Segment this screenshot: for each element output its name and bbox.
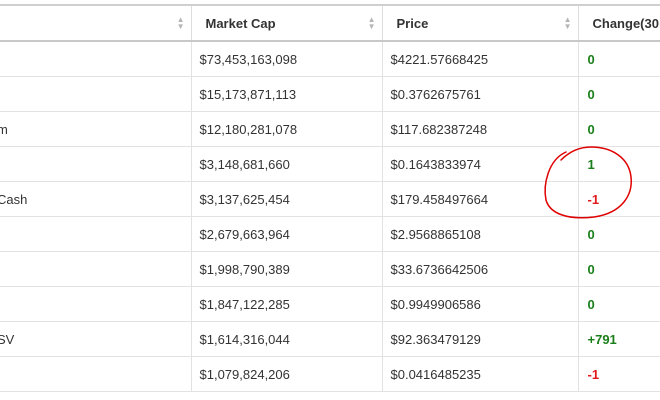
cell-price: $0.1643833974 <box>382 146 579 182</box>
column-header-label: Price <box>396 15 429 31</box>
cell-market-cap-text: $1,998,790,389 <box>199 261 290 277</box>
cell-change: 0 <box>578 111 660 147</box>
crypto-market-table: ▲▼ Market Cap ▲▼ Price ▲▼ Change(30 d $7… <box>0 4 660 392</box>
cell-price: $0.9949906586 <box>382 286 579 322</box>
sort-arrows-icon[interactable]: ▲ ▼ <box>368 16 376 31</box>
cell-price-text: $2.9568865108 <box>390 226 481 242</box>
cell-price-text: $0.9949906586 <box>390 296 481 312</box>
cell-market-cap-text: $3,137,625,454 <box>199 191 290 207</box>
cell-name <box>0 356 192 392</box>
cell-name <box>0 216 192 252</box>
cell-market-cap-text: $1,847,122,285 <box>199 296 290 312</box>
cell-price: $2.9568865108 <box>382 216 579 252</box>
cell-market-cap: $1,614,316,044 <box>191 321 383 357</box>
cell-change: -1 <box>578 181 660 217</box>
cell-change: 0 <box>578 286 660 322</box>
table-row[interactable]: $73,453,163,098 $4221.57668425 0 <box>0 41 660 77</box>
cell-name <box>0 41 192 77</box>
column-header-change[interactable]: Change(30 d <box>578 4 660 42</box>
cell-market-cap: $1,847,122,285 <box>191 286 383 322</box>
cell-price-text: $0.3762675761 <box>390 86 481 102</box>
cell-change-text: 0 <box>587 261 595 277</box>
table-row[interactable]: Cash $3,137,625,454 $179.458497664 -1 <box>0 181 660 217</box>
sort-arrows-icon[interactable]: ▲ ▼ <box>564 16 572 31</box>
cell-change-text: +791 <box>587 331 617 347</box>
cell-name: Cash <box>0 181 192 217</box>
cell-price-text: $33.6736642506 <box>390 261 489 277</box>
cell-price-text: $179.458497664 <box>390 191 489 207</box>
cell-price-text: $92.363479129 <box>390 331 481 347</box>
cell-market-cap: $15,173,871,113 <box>191 76 383 112</box>
cell-market-cap-text: $73,453,163,098 <box>199 51 298 67</box>
cell-price-text: $0.1643833974 <box>390 156 481 172</box>
column-header-price[interactable]: Price ▲ ▼ <box>382 4 579 42</box>
table-row[interactable]: $2,679,663,964 $2.9568865108 0 <box>0 216 660 252</box>
header-row: ▲▼ Market Cap ▲▼ Price ▲▼ Change(30 d <box>0 4 660 42</box>
cell-change-text: -1 <box>587 366 600 382</box>
cell-market-cap-text: $15,173,871,113 <box>199 86 297 102</box>
table-body: $73,453,163,098 $4221.57668425 0 $15,173,87… <box>0 41 660 392</box>
table-header: ▲▼ Market Cap ▲▼ Price ▲▼ Change(30 d <box>0 4 660 42</box>
crypto-table-view: ▲▼ Market Cap ▲▼ Price ▲▼ Change(30 d $7… <box>0 0 660 400</box>
cell-change: 1 <box>578 146 660 182</box>
column-header-label: Market Cap <box>205 15 276 31</box>
cell-change: 0 <box>578 41 660 77</box>
cell-market-cap: $12,180,281,078 <box>191 111 383 147</box>
cell-change-text: 0 <box>587 296 595 312</box>
cell-market-cap-text: $12,180,281,078 <box>199 121 298 137</box>
cell-change-text: 0 <box>587 226 595 242</box>
cell-name <box>0 286 192 322</box>
cell-market-cap-text: $2,679,663,964 <box>199 226 290 242</box>
column-header-market-cap[interactable]: Market Cap ▲ ▼ <box>191 4 383 42</box>
table-row[interactable]: $1,998,790,389 $33.6736642506 0 <box>0 251 660 287</box>
table-row[interactable]: m $12,180,281,078 $117.682387248 0 <box>0 111 660 147</box>
cell-market-cap: $73,453,163,098 <box>191 41 383 77</box>
cell-name <box>0 76 192 112</box>
cell-change: 0 <box>578 216 660 252</box>
cell-price: $179.458497664 <box>382 181 579 217</box>
table-row[interactable]: $15,173,871,113 $0.3762675761 0 <box>0 76 660 112</box>
cell-change: +791 <box>578 321 660 357</box>
table-row[interactable]: SV $1,614,316,044 $92.363479129 +791 <box>0 321 660 357</box>
column-header-name[interactable]: ▲ ▼ <box>0 4 192 42</box>
table-row[interactable]: $3,148,681,660 $0.1643833974 1 <box>0 146 660 182</box>
cell-name: m <box>0 111 192 147</box>
cell-change-text: 1 <box>587 156 595 172</box>
cell-price-text: $117.682387248 <box>390 121 488 137</box>
cell-market-cap: $3,148,681,660 <box>191 146 383 182</box>
cell-name-text: SV <box>0 331 15 347</box>
cell-change: -1 <box>578 356 660 392</box>
cell-price-text: $0.0416485235 <box>390 366 481 382</box>
cell-name: SV <box>0 321 192 357</box>
cell-price: $0.3762675761 <box>382 76 579 112</box>
cell-name <box>0 251 192 287</box>
cell-price: $33.6736642506 <box>382 251 579 287</box>
sort-arrows-icon[interactable]: ▲ ▼ <box>177 16 185 31</box>
cell-market-cap: $3,137,625,454 <box>191 181 383 217</box>
cell-change: 0 <box>578 76 660 112</box>
cell-name-text: Cash <box>0 191 28 207</box>
cell-name-text: m <box>0 122 8 137</box>
cell-market-cap-text: $1,079,824,206 <box>199 366 290 382</box>
cell-price: $117.682387248 <box>382 111 579 147</box>
cell-change: 0 <box>578 251 660 287</box>
cell-change-text: -1 <box>587 191 600 207</box>
cell-price: $92.363479129 <box>382 321 579 357</box>
table-row[interactable]: $1,847,122,285 $0.9949906586 0 <box>0 286 660 322</box>
cell-price: $0.0416485235 <box>382 356 579 392</box>
cell-market-cap: $1,079,824,206 <box>191 356 383 392</box>
cell-price: $4221.57668425 <box>382 41 579 77</box>
cell-change-text: 0 <box>587 121 595 137</box>
cell-market-cap-text: $3,148,681,660 <box>199 156 290 172</box>
cell-change-text: 0 <box>587 86 595 102</box>
cell-price-text: $4221.57668425 <box>390 51 489 67</box>
cell-market-cap: $2,679,663,964 <box>191 216 383 252</box>
column-header-label: Change(30 d <box>592 15 660 31</box>
cell-name <box>0 146 192 182</box>
cell-market-cap: $1,998,790,389 <box>191 251 383 287</box>
cell-change-text: 0 <box>587 51 595 67</box>
table-row[interactable]: $1,079,824,206 $0.0416485235 -1 <box>0 356 660 392</box>
cell-market-cap-text: $1,614,316,044 <box>199 331 290 347</box>
